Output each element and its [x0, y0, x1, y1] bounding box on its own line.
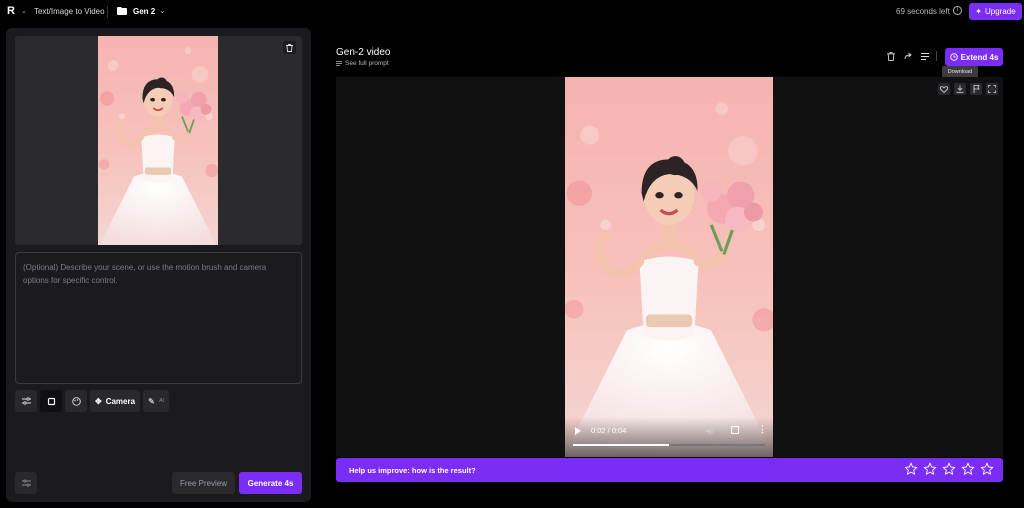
video-player[interactable]: 0:02 / 0:04 ◀) ⋮: [565, 77, 773, 457]
prompt-input[interactable]: [15, 252, 302, 384]
divider: [107, 6, 108, 18]
play-icon[interactable]: [575, 427, 581, 435]
top-bar: R ⌄ Text/Image to Video Gen 2 ⌄ 69 secon…: [0, 0, 1024, 24]
video-stage: 0:02 / 0:04 ◀) ⋮: [336, 77, 1003, 457]
breadcrumb-folder[interactable]: Gen 2: [133, 7, 155, 16]
rating-stars: [904, 462, 994, 476]
star-icon[interactable]: [923, 462, 937, 476]
input-image: [98, 36, 218, 245]
motion-brush-button[interactable]: ✎ ᴬᴵ: [143, 390, 169, 412]
share-button[interactable]: [902, 50, 914, 62]
report-button[interactable]: [970, 83, 982, 95]
runway-logo-icon[interactable]: R: [7, 5, 19, 18]
adjust-icon: [21, 479, 31, 487]
brush-icon: ✎: [148, 396, 155, 406]
player-fullscreen-icon[interactable]: [731, 426, 739, 434]
free-preview-button[interactable]: Free Preview: [172, 472, 235, 494]
frame-icon: [47, 397, 55, 405]
sliders-icon: [21, 397, 31, 405]
star-icon[interactable]: [980, 462, 994, 476]
upgrade-button[interactable]: ✦ Upgrade: [969, 3, 1022, 20]
info-icon[interactable]: i: [953, 6, 962, 15]
sparkle-icon: ✦: [975, 7, 982, 16]
extend-label: Extend 4s: [960, 52, 999, 62]
remove-image-button[interactable]: [283, 41, 296, 54]
expand-icon: [988, 85, 996, 93]
share-icon: [904, 52, 912, 60]
extend-button[interactable]: Extend 4s: [945, 48, 1003, 66]
clock-plus-icon: [949, 53, 958, 61]
progress-fill: [573, 444, 669, 446]
star-icon[interactable]: [904, 462, 918, 476]
player-time: 0:02 / 0:04: [591, 426, 627, 435]
chevron-down-icon[interactable]: ⌄: [159, 6, 166, 15]
video-frame: [565, 77, 773, 457]
presets-button[interactable]: [15, 472, 37, 494]
text-lines-icon: [336, 61, 342, 66]
see-full-prompt-label: See full prompt: [345, 60, 389, 67]
menu-lines-icon: [921, 52, 929, 60]
see-full-prompt-link[interactable]: See full prompt: [336, 60, 389, 67]
ai-icon: ᴬᴵ: [158, 396, 164, 406]
breadcrumb-mode[interactable]: Text/Image to Video: [34, 7, 105, 16]
download-icon: [956, 85, 964, 93]
favorite-button[interactable]: [938, 83, 950, 95]
credits-time-left: 69 seconds left: [896, 7, 950, 16]
camera-label: Camera: [105, 396, 136, 406]
tool-bar: ✥ Camera ✎ ᴬᴵ: [15, 390, 169, 412]
feedback-prompt: Help us improve: how is the result?: [349, 466, 476, 475]
download-button[interactable]: [954, 83, 966, 95]
input-image-frame: [15, 36, 302, 245]
generation-panel: ✥ Camera ✎ ᴬᴵ Free Preview Generate 4s: [6, 28, 311, 502]
flag-icon: [973, 85, 980, 93]
generate-button[interactable]: Generate 4s: [239, 472, 302, 494]
progress-track[interactable]: [573, 444, 765, 446]
trash-icon: [286, 43, 293, 52]
folder-icon: [117, 7, 127, 15]
more-options-icon[interactable]: ⋮: [758, 425, 767, 434]
fullscreen-button[interactable]: [986, 83, 998, 95]
star-icon[interactable]: [961, 462, 975, 476]
palette-icon: [71, 396, 81, 406]
video-title: Gen-2 video: [336, 47, 391, 58]
camera-icon: ✥: [95, 396, 102, 406]
feedback-bar: Help us improve: how is the result?: [336, 458, 1003, 482]
upgrade-label: Upgrade: [985, 7, 1016, 16]
aspect-button[interactable]: [40, 390, 62, 412]
player-controls-overlay: [565, 417, 773, 457]
trash-icon: [887, 51, 895, 61]
volume-icon[interactable]: ◀): [705, 426, 714, 435]
menu-button[interactable]: [919, 50, 931, 62]
chevron-down-icon[interactable]: ⌄: [21, 7, 27, 15]
star-icon[interactable]: [942, 462, 956, 476]
heart-icon: [940, 85, 948, 93]
palette-button[interactable]: [65, 390, 87, 412]
delete-button[interactable]: [885, 50, 897, 62]
settings-button[interactable]: [15, 390, 37, 412]
camera-button[interactable]: ✥ Camera: [90, 390, 141, 412]
divider: [936, 51, 937, 61]
